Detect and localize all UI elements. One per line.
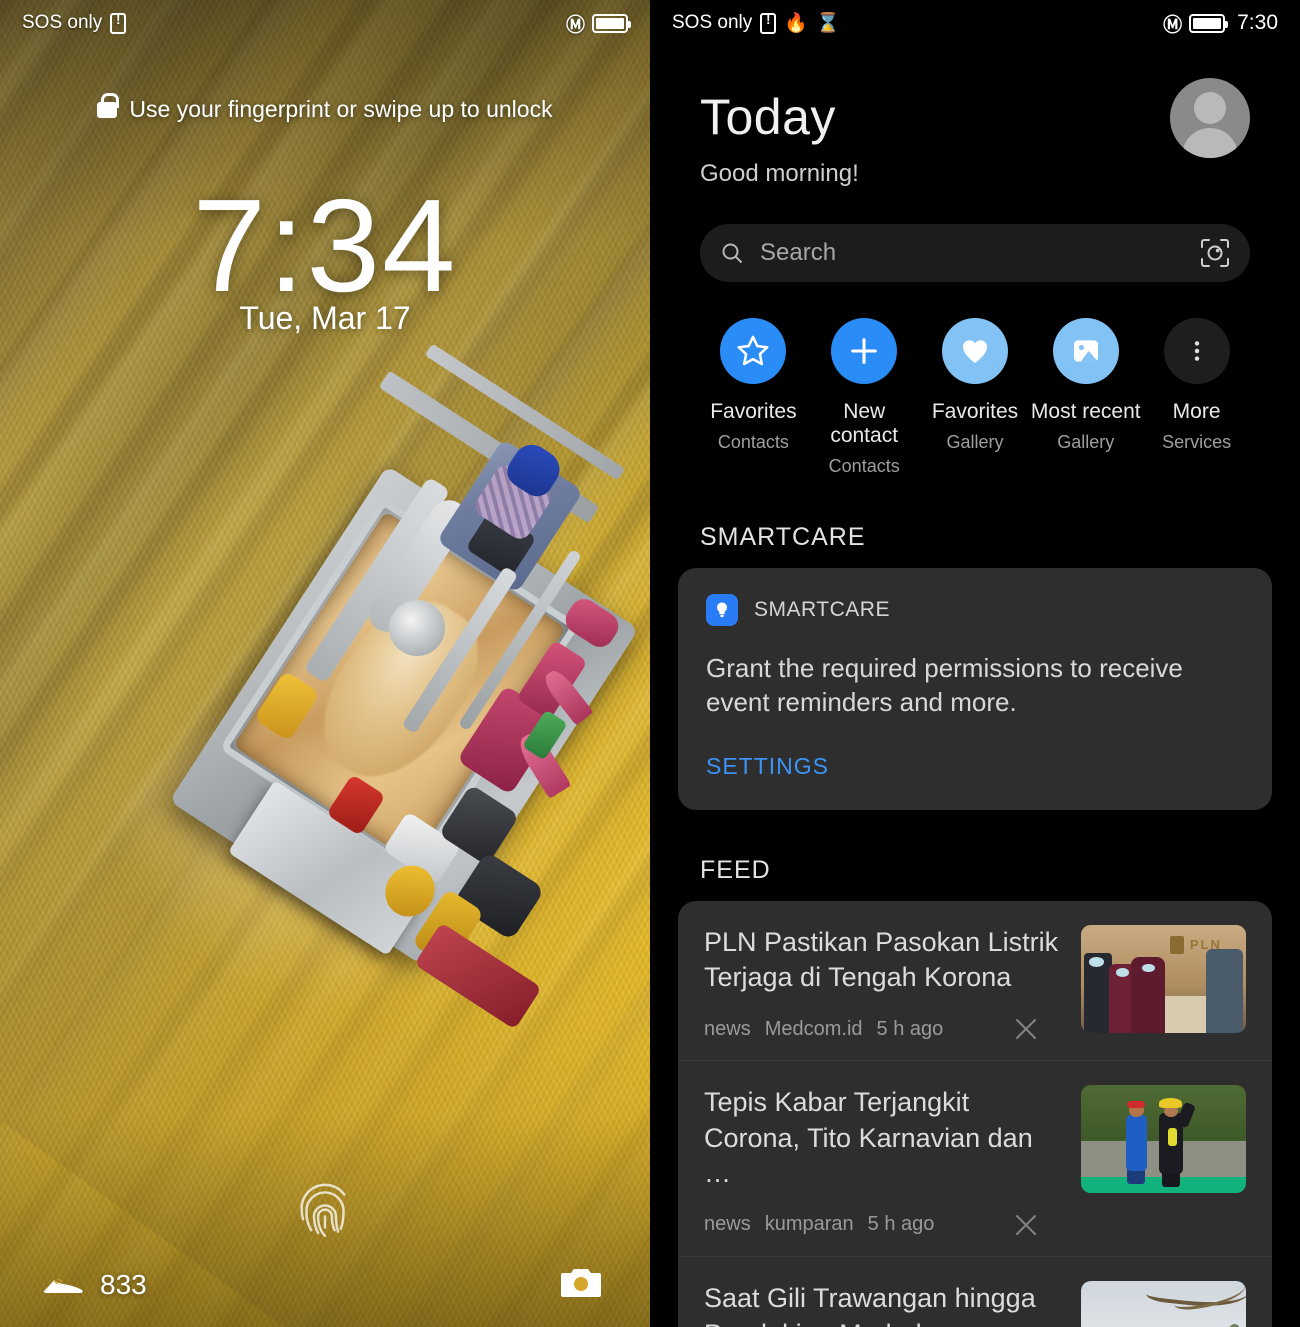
lens-scan-icon[interactable] [1200,238,1230,268]
feed-item-meta: news kumparan 5 h ago [704,1212,1065,1238]
shortcut-label: More [1172,400,1221,423]
shortcut-more-services[interactable]: More Services [1141,318,1252,477]
smartcare-app-name: SMARTCARE [754,598,890,622]
bulb-icon [706,594,738,627]
section-title-feed: FEED [700,855,771,884]
feed-item-thumbnail [1081,1085,1246,1194]
overflow-menu-icon [1194,341,1199,361]
today-header: Today Good morning! [650,46,1300,188]
step-count: 833 [100,1269,147,1300]
shortcut-icon-wrap [720,318,787,384]
smartcare-card-header: SMARTCARE [706,594,1244,627]
feed-item-title: Saat Gili Trawangan hingga Pendakian Mer… [704,1282,1036,1327]
battery-full-icon [1189,13,1229,33]
close-icon[interactable] [1013,1212,1039,1238]
quick-shortcuts-row: Favorites Contacts New contact Contacts [698,318,1252,477]
shortcut-label: Favorites [931,400,1019,423]
shortcut-sublabel: Services [1162,432,1232,453]
shortcut-favorites-gallery[interactable]: Favorites Gallery [920,318,1031,477]
feed-item-category: news [704,1213,751,1236]
feed-item-meta: news Medcom.id 5 h ago [704,1016,1065,1042]
smartcare-card[interactable]: SMARTCARE Grant the required permissions… [678,568,1272,810]
feed-item-category: news [704,1017,751,1040]
nfc-icon: Ⓜ [565,14,585,36]
lock-screen: SOS only Ⓜ Use your fingerprint or swipe… [0,0,650,1327]
shortcut-label: Favorites [710,400,797,423]
carrier-label: SOS only [672,12,753,33]
unlock-hint-label: Use your fingerprint or swipe up to unlo… [129,96,553,122]
section-title-smartcare: SMARTCARE [700,523,866,552]
heart-icon [962,340,988,364]
today-status-bar: SOS only 🔥 ⌛ Ⓜ 7:30 [650,0,1300,46]
smartcare-message: Grant the required permissions to receiv… [706,653,1183,717]
dual-phone-screenshot: SOS only Ⓜ Use your fingerprint or swipe… [0,0,1300,1327]
feed-item-source: kumparan [764,1213,854,1236]
shortcut-new-contact[interactable]: New contact Contacts [809,318,920,477]
camera-icon[interactable] [560,1265,602,1299]
step-counter: 833 [42,1269,147,1301]
unlock-hint: Use your fingerprint or swipe up to unlo… [0,92,650,123]
page-title: Today [700,89,836,145]
battery-full-icon [592,13,631,33]
feed-item-thumbnail: PLN [1081,924,1246,1033]
shortcut-favorites-contacts[interactable]: Favorites Contacts [698,318,809,477]
lock-closed-icon [97,92,120,118]
status-time: 7:30 [1237,11,1278,34]
feed-item[interactable]: Tepis Kabar Terjangkit Corona, Tito Karn… [678,1060,1272,1256]
today-panel: SOS only 🔥 ⌛ Ⓜ 7:30 Today Good morning! [650,0,1300,1327]
greeting-text: Good morning! [700,160,859,187]
lock-clock: 7:34 [192,172,458,319]
shortcut-icon-wrap [1052,318,1119,384]
shortcut-icon-wrap [941,318,1008,384]
shortcut-icon-wrap [1163,318,1230,384]
plus-icon [851,338,878,364]
feed-item-time: 5 h ago [867,1213,935,1236]
close-icon[interactable] [1013,1016,1039,1042]
search-bar[interactable]: Search [700,224,1250,282]
user-avatar-icon[interactable] [1170,78,1250,158]
star-icon [737,335,769,366]
feed-item-title: Tepis Kabar Terjangkit Corona, Tito Karn… [704,1087,1033,1189]
shoe-icon [43,1278,83,1293]
feed-item[interactable]: PLN Pastikan Pasokan Listrik Terjaga di … [678,901,1272,1060]
feed-item-title: PLN Pastikan Pasokan Listrik Terjaga di … [704,926,1059,993]
feed-item-time: 5 h ago [876,1017,944,1040]
carrier-label: SOS only [22,12,103,33]
shortcut-sublabel: Contacts [828,456,900,477]
nfc-icon: Ⓜ [1163,14,1182,36]
hourglass-icon: ⌛ [815,13,840,34]
shortcut-sublabel: Contacts [717,432,789,453]
feed-card: PLN Pastikan Pasokan Listrik Terjaga di … [678,900,1272,1327]
picture-icon [1073,340,1098,362]
lock-status-bar: SOS only Ⓜ [0,0,650,46]
smartcare-settings-button[interactable]: SETTINGS [706,753,1244,780]
shortcut-sublabel: Gallery [1057,432,1115,453]
shortcut-most-recent-gallery[interactable]: Most recent Gallery [1030,318,1141,477]
shortcut-label: Most recent [1030,400,1141,423]
feed-item-thumbnail [1081,1280,1246,1327]
search-input[interactable]: Search [760,239,1184,267]
feed-item[interactable]: Saat Gili Trawangan hingga Pendakian Mer… [678,1255,1272,1327]
feed-item-source: Medcom.id [764,1017,863,1040]
lock-date: Tue, Mar 17 [239,300,411,336]
shortcut-sublabel: Gallery [946,432,1004,453]
shortcut-label: New contact [830,400,899,448]
sim-alert-icon [760,12,777,34]
search-icon [722,243,742,263]
shortcut-icon-wrap [831,318,898,384]
sim-alert-icon [110,12,127,34]
fingerprint-icon[interactable] [292,1178,358,1244]
fire-alert-icon: 🔥 [784,13,808,34]
